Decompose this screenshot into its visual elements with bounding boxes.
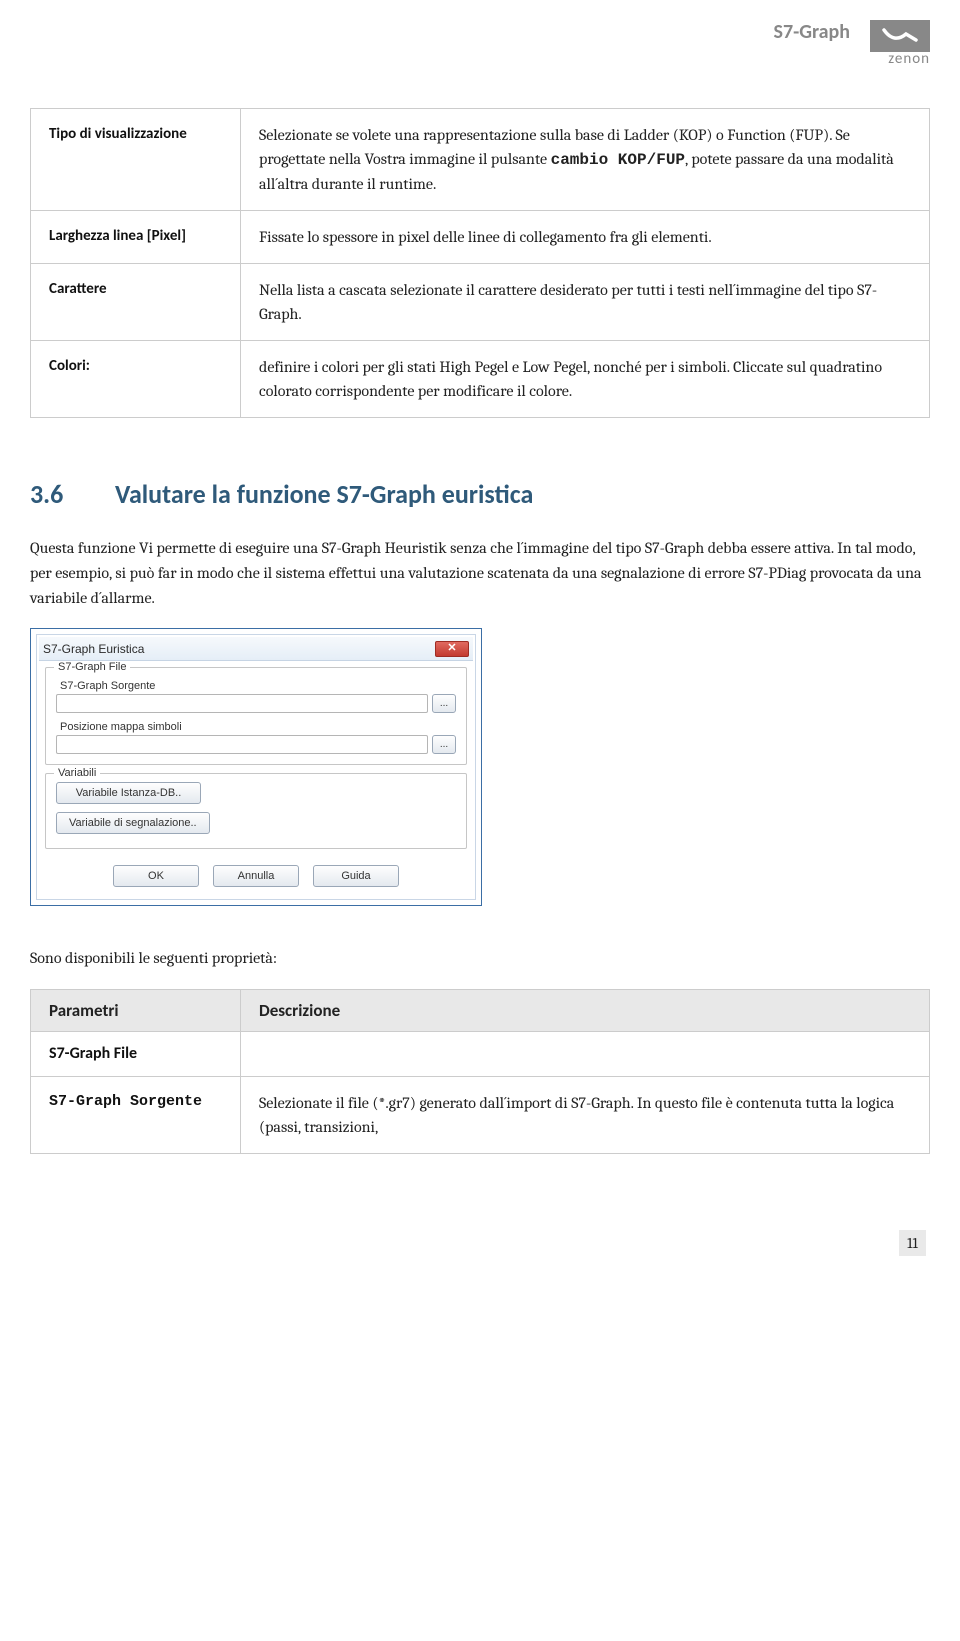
dialog-title: S7-Graph Euristica bbox=[43, 642, 144, 656]
prop-label: S7-Graph Sorgente bbox=[31, 1077, 241, 1154]
groupbox-var-legend: Variabili bbox=[54, 767, 100, 779]
table-header-row: Parametri Descrizione bbox=[31, 990, 930, 1032]
field-row-symbols: ... bbox=[56, 735, 456, 754]
page-header: S7-Graph zenon bbox=[30, 20, 930, 68]
section-heading: 3.6Valutare la funzione S7-Graph euristi… bbox=[30, 478, 930, 510]
section-title: Valutare la funzione S7-Graph euristica bbox=[115, 478, 533, 510]
table-row: Carattere Nella lista a cascata selezion… bbox=[31, 264, 930, 341]
close-icon: ✕ bbox=[447, 643, 456, 654]
cancel-button[interactable]: Annulla bbox=[213, 865, 299, 887]
dialog-titlebar: S7-Graph Euristica ✕ bbox=[39, 637, 473, 661]
col-desc: Descrizione bbox=[241, 990, 930, 1032]
groupbox-variables: Variabili Variabile Istanza-DB.. Variabi… bbox=[45, 773, 467, 849]
properties-table-1: Tipo di visualizzazione Selezionate se v… bbox=[30, 108, 930, 418]
dialog-button-row: OK Annulla Guida bbox=[39, 857, 473, 897]
close-button[interactable]: ✕ bbox=[435, 641, 469, 657]
groupbox-file: S7-Graph File S7-Graph Sorgente ... Posi… bbox=[45, 667, 467, 765]
browse-source-button[interactable]: ... bbox=[432, 694, 456, 713]
prop-desc: Selezionate se volete una rappresentazio… bbox=[241, 109, 930, 211]
logo: zenon bbox=[870, 20, 930, 68]
browse-symbols-button[interactable]: ... bbox=[432, 735, 456, 754]
table-subheader-row: S7-Graph File bbox=[31, 1032, 930, 1077]
prop-label: Carattere bbox=[31, 264, 241, 341]
prop-desc: Nella lista a cascata selezionate il car… bbox=[241, 264, 930, 341]
section-number: 3.6 bbox=[30, 478, 115, 510]
label-source: S7-Graph Sorgente bbox=[60, 680, 456, 692]
header-title: S7-Graph bbox=[774, 20, 850, 44]
dialog-window: S7-Graph Euristica ✕ S7-Graph File S7-Gr… bbox=[30, 628, 482, 906]
table-row: Colori: definire i colori per gli stati … bbox=[31, 341, 930, 418]
table-row: S7-Graph Sorgente Selezionate il file (*… bbox=[31, 1077, 930, 1154]
var-db-button[interactable]: Variabile Istanza-DB.. bbox=[56, 782, 201, 804]
prop-desc: definire i colori per gli stati High Peg… bbox=[241, 341, 930, 418]
var-signal-button[interactable]: Variabile di segnalazione.. bbox=[56, 812, 210, 834]
source-input[interactable] bbox=[56, 694, 428, 713]
subheader-empty bbox=[241, 1032, 930, 1077]
prop-desc: Fissate lo spessore in pixel delle linee… bbox=[241, 211, 930, 264]
logo-text: zenon bbox=[888, 50, 930, 68]
table-row: Tipo di visualizzazione Selezionate se v… bbox=[31, 109, 930, 211]
groupbox-file-legend: S7-Graph File bbox=[54, 661, 130, 673]
ok-button[interactable]: OK bbox=[113, 865, 199, 887]
properties-intro: Sono disponibili le seguenti proprietà: bbox=[30, 946, 930, 971]
dialog-frame: S7-Graph Euristica ✕ S7-Graph File S7-Gr… bbox=[36, 634, 476, 900]
prop-label: Tipo di visualizzazione bbox=[31, 109, 241, 211]
properties-table-2: Parametri Descrizione S7-Graph File S7-G… bbox=[30, 989, 930, 1154]
col-param: Parametri bbox=[31, 990, 241, 1032]
prop-label: Colori: bbox=[31, 341, 241, 418]
field-row-source: ... bbox=[56, 694, 456, 713]
prop-label: Larghezza linea [Pixel] bbox=[31, 211, 241, 264]
section-paragraph: Questa funzione Vi permette di eseguire … bbox=[30, 536, 930, 610]
zenon-logo-icon bbox=[870, 20, 930, 52]
prop-desc: Selezionate il file (*.gr7) generato dal… bbox=[241, 1077, 930, 1154]
table-row: Larghezza linea [Pixel] Fissate lo spess… bbox=[31, 211, 930, 264]
symbols-input[interactable] bbox=[56, 735, 428, 754]
label-symbols: Posizione mappa simboli bbox=[60, 721, 456, 733]
page-number: 11 bbox=[899, 1230, 926, 1256]
help-button[interactable]: Guida bbox=[313, 865, 399, 887]
subheader-cell: S7-Graph File bbox=[31, 1032, 241, 1077]
